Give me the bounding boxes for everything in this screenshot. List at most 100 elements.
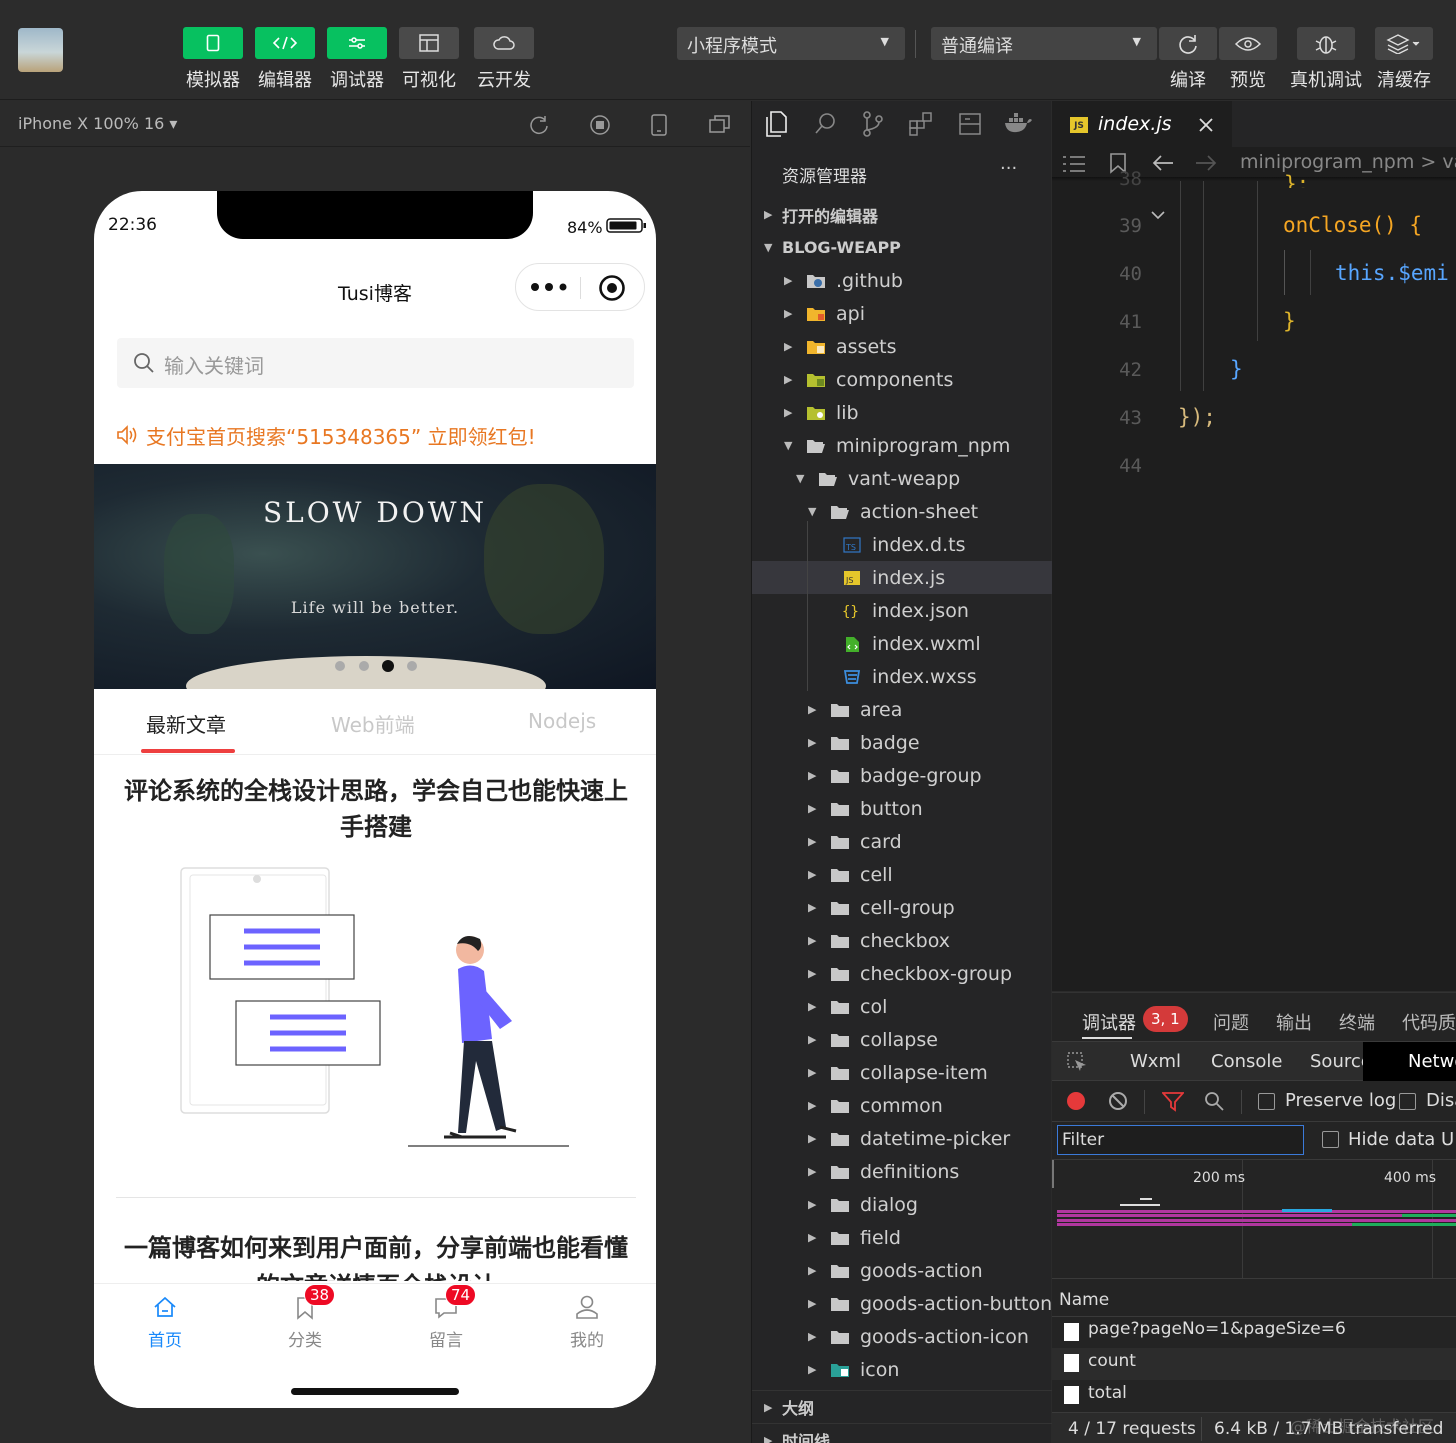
editor-button[interactable] xyxy=(255,27,315,59)
tab-terminal[interactable]: 终端 xyxy=(1339,1009,1375,1035)
search-icon[interactable] xyxy=(813,111,839,137)
tree-item[interactable]: ▶ assets xyxy=(752,330,1052,363)
tabbar-mine[interactable]: 我的 xyxy=(537,1292,637,1352)
close-miniprogram-icon[interactable] xyxy=(598,274,626,302)
tree-item[interactable]: ▶ col xyxy=(752,990,1052,1023)
project-section[interactable]: ▼ BLOG-WEAPP xyxy=(752,231,1052,264)
tree-item[interactable]: JS index.js xyxy=(752,561,1052,594)
search-input[interactable]: 输入关键词 xyxy=(117,338,634,388)
simulator-button[interactable] xyxy=(183,27,243,59)
tab-problems[interactable]: 问题 xyxy=(1213,1009,1249,1035)
compile-select[interactable]: 普通编译 ▼ xyxy=(931,27,1157,60)
tree-item[interactable]: ▶ collapse-item xyxy=(752,1056,1052,1089)
record-icon[interactable] xyxy=(1066,1091,1086,1111)
open-editors-section[interactable]: ▶ 打开的编辑器 xyxy=(752,198,1052,231)
name-column-header[interactable]: Name xyxy=(1059,1290,1109,1310)
tree-item[interactable]: ▶ cell xyxy=(752,858,1052,891)
tab-nodejs[interactable]: Nodejs xyxy=(528,709,596,733)
tree-item[interactable]: ▶ collapse xyxy=(752,1023,1052,1056)
tab-console[interactable]: Console xyxy=(1211,1051,1282,1072)
tree-item[interactable]: ▶ definitions xyxy=(752,1155,1052,1188)
tree-item[interactable]: ▶ goods-action xyxy=(752,1254,1052,1287)
outline-section[interactable]: ▶ 大纲 xyxy=(752,1390,1052,1423)
swiper-dot-active[interactable] xyxy=(382,660,394,672)
avatar[interactable] xyxy=(18,28,63,72)
swiper-dot[interactable] xyxy=(407,661,417,671)
tree-item[interactable]: ▶ icon xyxy=(752,1353,1052,1386)
docker-icon[interactable] xyxy=(1003,111,1033,135)
preserve-log-checkbox[interactable] xyxy=(1258,1093,1275,1110)
tree-item[interactable]: ▼ action-sheet xyxy=(752,495,1052,528)
filter-input[interactable]: Filter xyxy=(1057,1125,1304,1155)
tree-item[interactable]: ▶ goods-action-icon xyxy=(752,1320,1052,1353)
tree-item[interactable]: ▼ miniprogram_npm xyxy=(752,429,1052,462)
request-row[interactable]: total xyxy=(1052,1380,1456,1412)
tree-item[interactable]: ▶ api xyxy=(752,297,1052,330)
tree-item[interactable]: ▶ area xyxy=(752,693,1052,726)
arrow-right-icon[interactable] xyxy=(1195,154,1217,172)
tab-code-quality[interactable]: 代码质 xyxy=(1402,1009,1456,1035)
fold-chevron-icon[interactable] xyxy=(1150,208,1166,222)
tree-item[interactable]: ▶ components xyxy=(752,363,1052,396)
tab-network-active[interactable]: Netwo xyxy=(1363,1042,1456,1081)
tree-item[interactable]: ▶ .github xyxy=(752,264,1052,297)
tab-debugger[interactable]: 调试器 xyxy=(1082,1009,1136,1035)
breadcrumb[interactable]: miniprogram_npm > vant xyxy=(1240,151,1456,173)
disable-cache-checkbox[interactable] xyxy=(1399,1093,1416,1110)
tree-item[interactable]: ▶ cell-group xyxy=(752,891,1052,924)
tab-latest[interactable]: 最新文章 xyxy=(146,709,226,738)
files-icon[interactable] xyxy=(763,110,789,138)
request-row[interactable]: page?pageNo=1&pageSize=6 xyxy=(1052,1318,1456,1348)
rotate-icon[interactable] xyxy=(528,114,550,136)
swiper-dot[interactable] xyxy=(359,661,369,671)
tree-item[interactable]: ▶ datetime-picker xyxy=(752,1122,1052,1155)
tree-item[interactable]: index.wxml xyxy=(752,627,1052,660)
tree-item[interactable]: ▶ checkbox-group xyxy=(752,957,1052,990)
tree-item[interactable]: ▶ field xyxy=(752,1221,1052,1254)
more-icon[interactable] xyxy=(530,280,568,294)
visual-button[interactable] xyxy=(399,27,459,59)
tree-item[interactable]: ▶ lib xyxy=(752,396,1052,429)
preview-button[interactable] xyxy=(1219,27,1277,60)
tab-web[interactable]: Web前端 xyxy=(331,709,415,738)
popout-icon[interactable] xyxy=(708,114,732,136)
article-title[interactable]: 一篇博客如何来到用户面前，分享前端也能看懂的文章详情页全栈设计 xyxy=(116,1229,636,1281)
tree-item[interactable]: index.wxss xyxy=(752,660,1052,693)
hide-data-urls-checkbox[interactable] xyxy=(1322,1131,1339,1148)
extensions-icon[interactable] xyxy=(908,111,934,137)
more-icon[interactable]: ··· xyxy=(1000,158,1017,179)
clear-icon[interactable] xyxy=(1108,1091,1128,1111)
tree-item[interactable]: ▼ vant-weapp xyxy=(752,462,1052,495)
phone-icon[interactable] xyxy=(650,113,668,137)
tab-wxml[interactable]: Wxml xyxy=(1130,1051,1181,1072)
tree-item[interactable]: ▶ badge xyxy=(752,726,1052,759)
tabbar-category[interactable]: 38 分类 xyxy=(255,1284,355,1352)
compile-button[interactable] xyxy=(1159,27,1217,60)
tree-item[interactable]: ▶ common xyxy=(752,1089,1052,1122)
close-icon[interactable] xyxy=(1198,117,1214,133)
tree-item[interactable]: ▶ dialog xyxy=(752,1188,1052,1221)
remote-debug-button[interactable] xyxy=(1297,27,1355,60)
stop-icon[interactable] xyxy=(589,114,611,136)
storage-icon[interactable] xyxy=(958,111,982,137)
tree-item[interactable]: ▶ checkbox xyxy=(752,924,1052,957)
tree-item[interactable]: ▶ button xyxy=(752,792,1052,825)
device-select[interactable]: iPhone X 100% 16 ▾ xyxy=(18,114,177,133)
tree-item[interactable]: ▶ goods-action-button xyxy=(752,1287,1052,1320)
debugger-button[interactable] xyxy=(327,27,387,59)
article-title[interactable]: 评论系统的全栈设计思路，学会自己也能快速上手搭建 xyxy=(116,773,636,845)
notice-text[interactable]: 支付宝首页搜索“515348365” 立即领红包! xyxy=(146,421,536,450)
cloud-button[interactable] xyxy=(474,27,534,59)
editor-tab[interactable]: JS index.js xyxy=(1052,101,1232,147)
tree-item[interactable]: TS index.d.ts xyxy=(752,528,1052,561)
tabbar-message[interactable]: 74 留言 xyxy=(396,1284,496,1352)
tree-item[interactable]: ▶ card xyxy=(752,825,1052,858)
tree-item[interactable]: {} index.json xyxy=(752,594,1052,627)
tabbar-home[interactable]: 首页 xyxy=(115,1292,215,1352)
search-icon[interactable] xyxy=(1204,1091,1224,1111)
inspect-icon[interactable] xyxy=(1066,1051,1088,1073)
timeline-section[interactable]: ▶ 时间线 xyxy=(752,1423,1052,1443)
source-control-icon[interactable] xyxy=(861,110,885,138)
banner-swiper[interactable]: SLOW DOWN Life will be better. xyxy=(94,464,656,689)
tree-item[interactable]: ▶ badge-group xyxy=(752,759,1052,792)
